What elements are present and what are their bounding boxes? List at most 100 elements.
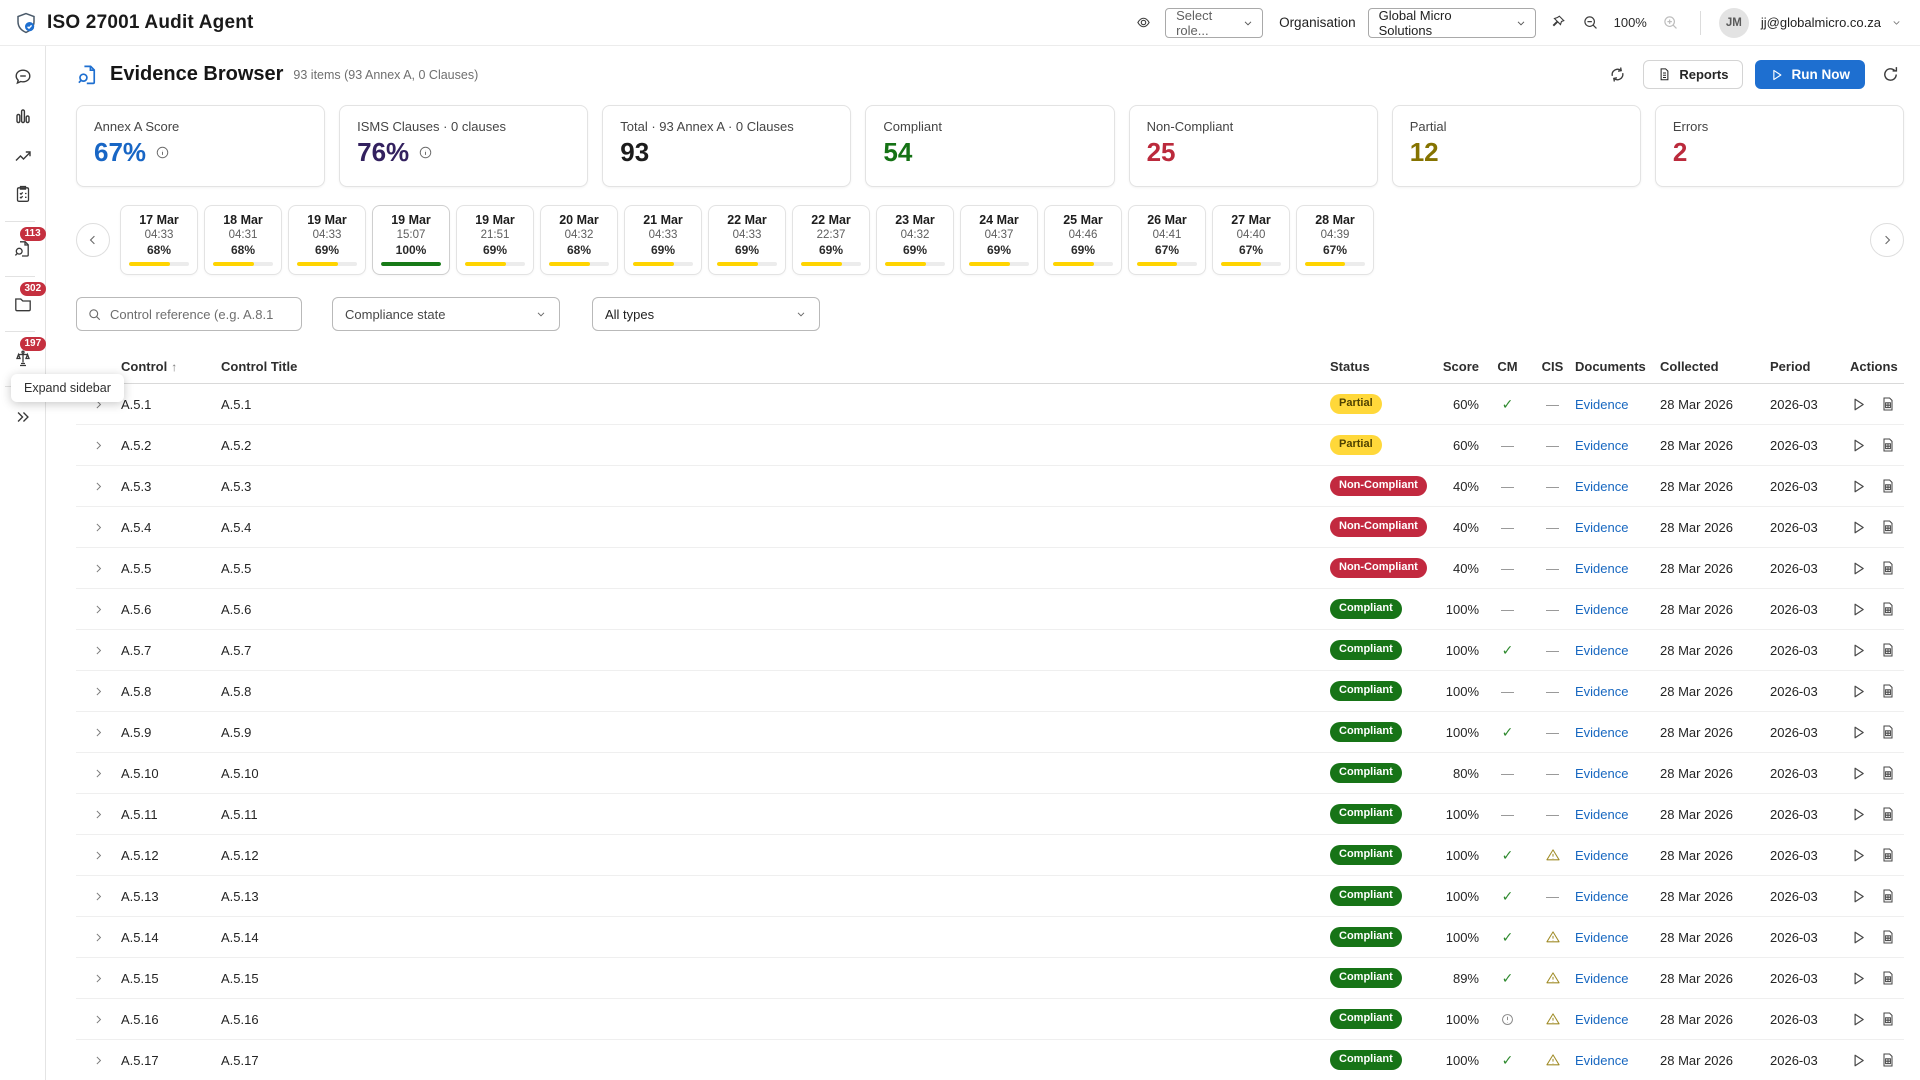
row-expand-button[interactable] — [92, 521, 105, 534]
row-expand-button[interactable] — [92, 767, 105, 780]
row-run-button[interactable] — [1850, 396, 1867, 413]
row-run-button[interactable] — [1850, 1052, 1867, 1069]
evidence-link[interactable]: Evidence — [1575, 807, 1628, 822]
timeline-card[interactable]: 19 Mar04:3369% — [288, 205, 366, 275]
row-expand-button[interactable] — [92, 931, 105, 944]
col-period[interactable]: Period — [1770, 359, 1850, 374]
timeline-prev-button[interactable] — [76, 223, 110, 257]
sidebar-item-bar-chart[interactable] — [5, 98, 41, 134]
row-report-button[interactable] — [1880, 847, 1896, 864]
row-report-button[interactable] — [1880, 396, 1896, 413]
evidence-link[interactable]: Evidence — [1575, 479, 1628, 494]
expand-sidebar-button[interactable] — [5, 399, 41, 435]
timeline-card[interactable]: 21 Mar04:3369% — [624, 205, 702, 275]
row-run-button[interactable] — [1850, 1011, 1867, 1028]
col-score[interactable]: Score — [1443, 359, 1485, 374]
col-control-title[interactable]: Control Title — [221, 359, 1330, 374]
chevron-down-icon[interactable] — [1891, 17, 1902, 28]
timeline-card[interactable]: 22 Mar04:3369% — [708, 205, 786, 275]
row-run-button[interactable] — [1850, 519, 1867, 536]
timeline-card[interactable]: 19 Mar21:5169% — [456, 205, 534, 275]
row-report-button[interactable] — [1880, 929, 1896, 946]
row-report-button[interactable] — [1880, 683, 1896, 700]
evidence-link[interactable]: Evidence — [1575, 520, 1628, 535]
col-cm[interactable]: CM — [1497, 359, 1517, 374]
row-run-button[interactable] — [1850, 724, 1867, 741]
row-expand-button[interactable] — [92, 439, 105, 452]
row-run-button[interactable] — [1850, 478, 1867, 495]
timeline-next-button[interactable] — [1870, 223, 1904, 257]
reports-button[interactable]: Reports — [1643, 60, 1742, 89]
row-expand-button[interactable] — [92, 644, 105, 657]
row-expand-button[interactable] — [92, 480, 105, 493]
zoom-out-button[interactable] — [1579, 11, 1602, 34]
row-expand-button[interactable] — [92, 1054, 105, 1067]
evidence-link[interactable]: Evidence — [1575, 438, 1628, 453]
timeline-card[interactable]: 17 Mar04:3368% — [120, 205, 198, 275]
row-report-button[interactable] — [1880, 888, 1896, 905]
evidence-link[interactable]: Evidence — [1575, 766, 1628, 781]
role-select[interactable]: Select role... — [1165, 8, 1263, 38]
evidence-link[interactable]: Evidence — [1575, 684, 1628, 699]
evidence-link[interactable]: Evidence — [1575, 930, 1628, 945]
row-report-button[interactable] — [1880, 970, 1896, 987]
timeline-card[interactable]: 18 Mar04:3168% — [204, 205, 282, 275]
control-search-input[interactable] — [110, 307, 291, 322]
zoom-in-button[interactable] — [1659, 11, 1682, 34]
row-report-button[interactable] — [1880, 765, 1896, 782]
row-run-button[interactable] — [1850, 806, 1867, 823]
sidebar-item-compliance[interactable]: 197 — [5, 341, 41, 377]
col-collected[interactable]: Collected — [1660, 359, 1770, 374]
evidence-link[interactable]: Evidence — [1575, 725, 1628, 740]
row-run-button[interactable] — [1850, 683, 1867, 700]
row-run-button[interactable] — [1850, 888, 1867, 905]
evidence-link[interactable]: Evidence — [1575, 602, 1628, 617]
row-run-button[interactable] — [1850, 437, 1867, 454]
row-report-button[interactable] — [1880, 519, 1896, 536]
timeline-card[interactable]: 26 Mar04:4167% — [1128, 205, 1206, 275]
row-expand-button[interactable] — [92, 890, 105, 903]
timeline-card[interactable]: 22 Mar22:3769% — [792, 205, 870, 275]
compliance-state-select[interactable]: Compliance state — [332, 297, 560, 331]
type-filter-select[interactable]: All types — [592, 297, 820, 331]
timeline-card[interactable]: 27 Mar04:4067% — [1212, 205, 1290, 275]
row-report-button[interactable] — [1880, 437, 1896, 454]
timeline-card[interactable]: 20 Mar04:3268% — [540, 205, 618, 275]
row-run-button[interactable] — [1850, 601, 1867, 618]
sync-button[interactable] — [1604, 61, 1631, 88]
sidebar-item-evidence-search[interactable]: 113 — [5, 231, 41, 267]
row-expand-button[interactable] — [92, 808, 105, 821]
row-run-button[interactable] — [1850, 929, 1867, 946]
sidebar-item-trend[interactable] — [5, 137, 41, 173]
run-now-button[interactable]: Run Now — [1755, 60, 1866, 89]
row-run-button[interactable] — [1850, 560, 1867, 577]
col-cis[interactable]: CIS — [1542, 359, 1564, 374]
evidence-link[interactable]: Evidence — [1575, 848, 1628, 863]
col-documents[interactable]: Documents — [1575, 359, 1660, 374]
sidebar-item-documents[interactable]: 302 — [5, 286, 41, 322]
row-expand-button[interactable] — [92, 685, 105, 698]
evidence-link[interactable]: Evidence — [1575, 889, 1628, 904]
evidence-link[interactable]: Evidence — [1575, 397, 1628, 412]
row-report-button[interactable] — [1880, 1011, 1896, 1028]
evidence-link[interactable]: Evidence — [1575, 1053, 1628, 1068]
col-control[interactable]: Control↑ — [121, 359, 221, 374]
row-run-button[interactable] — [1850, 642, 1867, 659]
row-expand-button[interactable] — [92, 1013, 105, 1026]
evidence-link[interactable]: Evidence — [1575, 1012, 1628, 1027]
evidence-link[interactable]: Evidence — [1575, 971, 1628, 986]
row-report-button[interactable] — [1880, 806, 1896, 823]
evidence-link[interactable]: Evidence — [1575, 561, 1628, 576]
organisation-select[interactable]: Global Micro Solutions — [1368, 8, 1536, 38]
row-run-button[interactable] — [1850, 847, 1867, 864]
row-expand-button[interactable] — [92, 603, 105, 616]
row-report-button[interactable] — [1880, 724, 1896, 741]
refresh-button[interactable] — [1877, 61, 1904, 88]
timeline-card[interactable]: 19 Mar15:07100% — [372, 205, 450, 275]
evidence-link[interactable]: Evidence — [1575, 643, 1628, 658]
row-expand-button[interactable] — [92, 972, 105, 985]
row-report-button[interactable] — [1880, 642, 1896, 659]
pin-button[interactable] — [1546, 11, 1569, 34]
row-report-button[interactable] — [1880, 1052, 1896, 1069]
user-avatar[interactable]: JM — [1719, 8, 1749, 38]
